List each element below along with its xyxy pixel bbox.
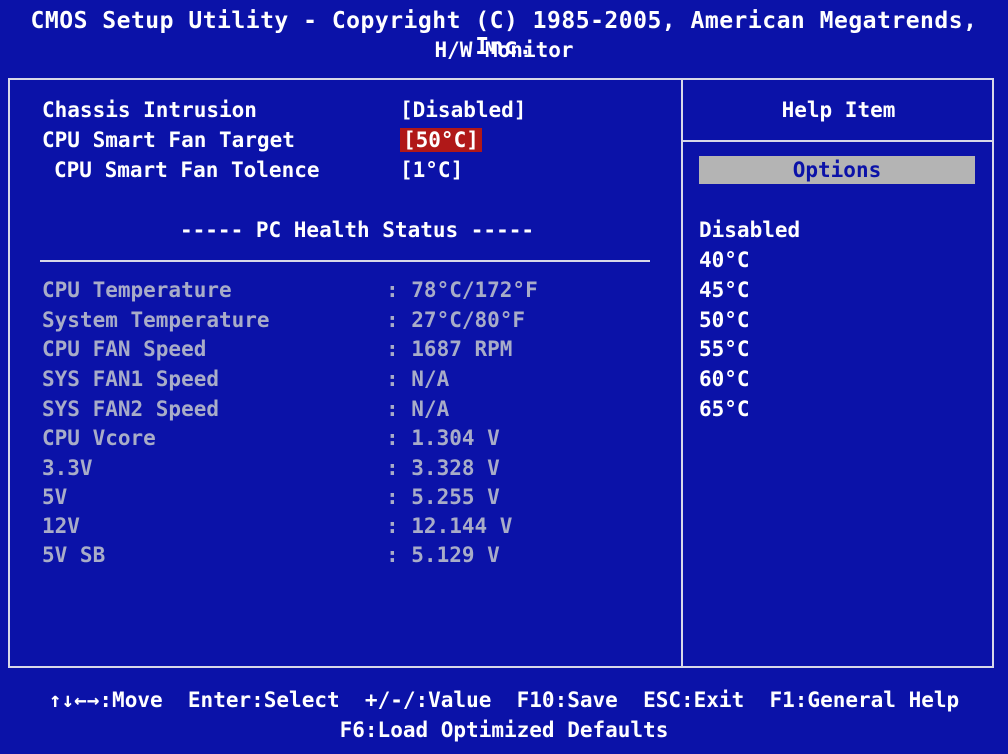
health-label: CPU Temperature (42, 278, 232, 302)
health-label: 5V SB (42, 543, 106, 567)
health-label: SYS FAN2 Speed (42, 397, 220, 421)
help-separator (683, 140, 994, 142)
panel-divider (681, 78, 683, 668)
health-label: CPU FAN Speed (42, 337, 207, 361)
options-header: Options (699, 156, 975, 184)
health-value: : 1687 RPM (386, 337, 513, 361)
health-value: : 3.328 V (386, 456, 500, 480)
health-label: 12V (42, 514, 80, 538)
health-value: : N/A (386, 367, 450, 391)
health-label: 5V (42, 485, 68, 509)
health-value: : 1.304 V (386, 426, 500, 450)
option-item[interactable]: 55°C (699, 337, 750, 361)
setting-label-cpu-smart-fan-tolence[interactable]: CPU Smart Fan Tolence (54, 158, 320, 182)
option-item[interactable]: 60°C (699, 367, 750, 391)
setting-label-cpu-smart-fan-target[interactable]: CPU Smart Fan Target (42, 128, 295, 152)
option-item[interactable]: 45°C (699, 278, 750, 302)
help-item-title: Help Item (781, 98, 896, 122)
option-item[interactable]: 65°C (699, 397, 750, 421)
option-item[interactable]: 50°C (699, 308, 750, 332)
health-value: : 78°C/172°F (386, 278, 538, 302)
setting-value-cpu-smart-fan-tolence[interactable]: [1°C] (400, 158, 463, 182)
key-help-line: ↑↓←→:Move Enter:Select +/-/:Value F10:Sa… (48, 688, 960, 712)
page-title: H/W Monitor (434, 38, 574, 62)
key-help-line-defaults: F6:Load Optimized Defaults (339, 718, 669, 742)
health-value: : 12.144 V (386, 514, 513, 538)
health-label: 3.3V (42, 456, 93, 480)
health-label: SYS FAN1 Speed (42, 367, 220, 391)
health-status-heading: ----- PC Health Status ----- (180, 218, 535, 242)
health-value: : 5.255 V (386, 485, 500, 509)
option-item[interactable]: Disabled (699, 218, 800, 242)
setting-value-cpu-smart-fan-target[interactable]: [50°C] (400, 128, 482, 152)
health-label: CPU Vcore (42, 426, 156, 450)
health-value: : N/A (386, 397, 450, 421)
setting-label-chassis-intrusion[interactable]: Chassis Intrusion (42, 98, 257, 122)
health-value: : 27°C/80°F (386, 308, 526, 332)
selected-value[interactable]: [50°C] (400, 128, 482, 152)
health-value: : 5.129 V (386, 543, 500, 567)
title-bar: CMOS Setup Utility - Copyright (C) 1985-… (0, 0, 1008, 72)
health-status-rule (40, 260, 650, 262)
option-item[interactable]: 40°C (699, 248, 750, 272)
health-label: System Temperature (42, 308, 270, 332)
setting-value-chassis-intrusion[interactable]: [Disabled] (400, 98, 526, 122)
